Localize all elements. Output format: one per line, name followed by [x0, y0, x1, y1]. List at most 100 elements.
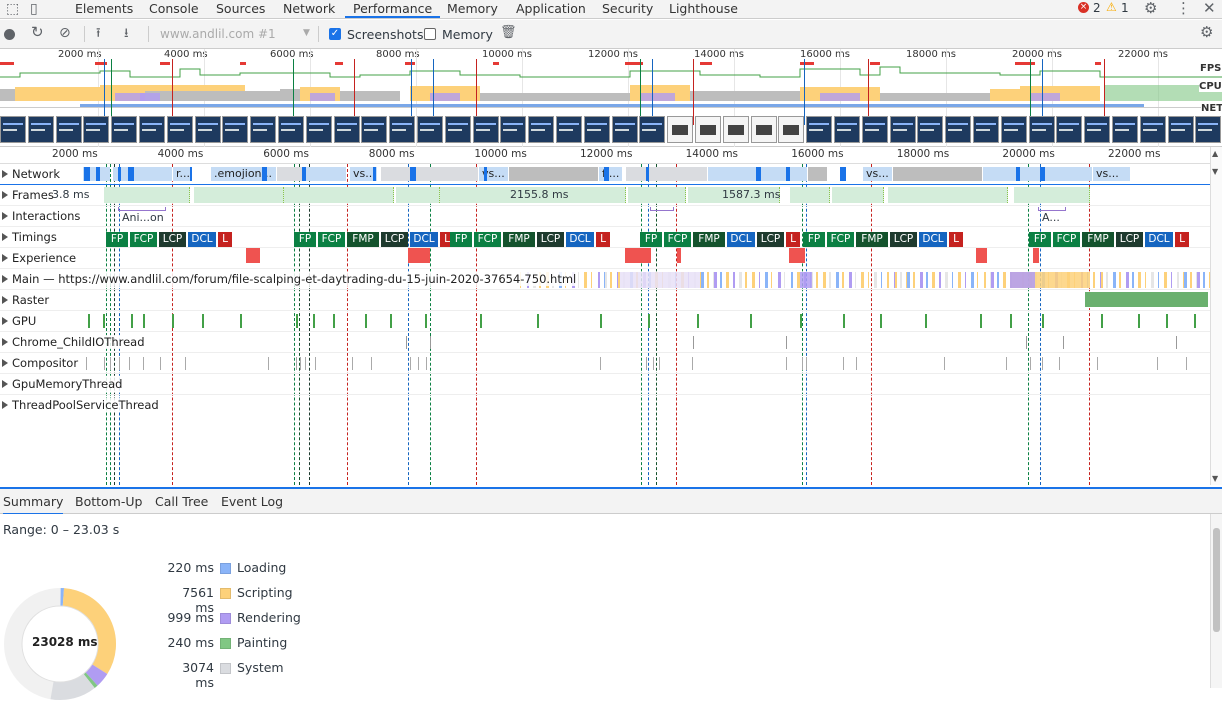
screenshot-thumbnail[interactable] [834, 116, 860, 143]
main-task[interactable] [1138, 272, 1141, 288]
capture-settings-gear-icon[interactable]: ⚙ [1200, 25, 1213, 39]
gpu-task[interactable] [202, 314, 204, 328]
memory-checkbox[interactable] [424, 28, 436, 40]
main-task[interactable] [733, 272, 735, 288]
timing-marker-dcl[interactable]: DCL [566, 232, 594, 247]
screenshot-thumbnail[interactable] [389, 116, 415, 143]
screenshot-thumbnail[interactable] [528, 116, 554, 143]
tab-network[interactable]: Network [283, 0, 335, 18]
timing-marker-fp[interactable]: FP [294, 232, 316, 247]
main-task[interactable] [849, 272, 852, 288]
screenshot-thumbnail[interactable] [111, 116, 137, 143]
expand-raster-icon[interactable] [2, 296, 8, 304]
io-task[interactable] [406, 336, 407, 349]
gpu-task[interactable] [390, 314, 392, 328]
frame-block[interactable] [1014, 187, 1090, 203]
main-task[interactable] [868, 272, 869, 288]
expand-network-icon[interactable] [2, 170, 8, 178]
main-task[interactable] [894, 272, 895, 288]
screenshot-thumbnail[interactable] [306, 116, 332, 143]
compositor-task[interactable] [268, 357, 269, 370]
main-task[interactable] [778, 272, 781, 288]
io-task[interactable] [786, 336, 787, 349]
timing-marker-dcl[interactable]: DCL [188, 232, 216, 247]
compositor-task[interactable] [1097, 357, 1098, 370]
settings-gear-icon[interactable]: ⚙ [1144, 1, 1157, 15]
timing-marker-fcp[interactable]: FCP [474, 232, 501, 247]
main-task[interactable] [617, 272, 618, 288]
main-task[interactable] [759, 272, 760, 288]
load-profile-icon[interactable]: ⭱ [96, 27, 101, 41]
tab-bottom-up[interactable]: Bottom-Up [75, 494, 142, 509]
network-request[interactable]: fi... [598, 167, 622, 181]
screenshot-thumbnail[interactable] [167, 116, 193, 143]
screenshot-thumbnail[interactable] [639, 116, 665, 143]
network-request[interactable]: vs... [862, 167, 892, 181]
io-task[interactable] [430, 336, 431, 349]
compositor-task[interactable] [305, 357, 306, 370]
compositor-task[interactable] [352, 357, 353, 370]
expand-main-icon[interactable] [2, 275, 8, 283]
more-options-icon[interactable]: ⋮ [1176, 1, 1191, 15]
main-task[interactable] [816, 272, 818, 288]
main-task[interactable] [1164, 272, 1167, 288]
frame-block[interactable] [396, 187, 440, 203]
expand-interactions-icon[interactable] [2, 212, 8, 220]
layout-shift-block[interactable] [408, 248, 430, 263]
tab-call-tree[interactable]: Call Tree [155, 494, 208, 509]
network-request[interactable] [304, 167, 346, 181]
screenshot-thumbnail[interactable] [0, 116, 26, 143]
compositor-task[interactable] [1157, 357, 1158, 370]
gpu-task[interactable] [1166, 314, 1168, 328]
main-task[interactable] [855, 272, 856, 288]
track-interactions[interactable]: Interactions Ani...on A... [0, 206, 1210, 227]
compositor-task[interactable] [786, 357, 787, 370]
gpu-task[interactable] [537, 314, 539, 328]
main-task[interactable] [1171, 272, 1172, 288]
network-request[interactable] [128, 167, 134, 181]
gpu-task[interactable] [843, 314, 845, 328]
timing-marker-lcp[interactable]: LCP [159, 232, 186, 247]
screenshot-thumbnail[interactable] [56, 116, 82, 143]
network-request[interactable] [276, 167, 304, 181]
screenshot-thumbnail[interactable] [1168, 116, 1194, 143]
screenshot-thumbnail[interactable] [361, 116, 387, 143]
network-request[interactable] [1040, 167, 1045, 181]
scroll-down-icon[interactable]: ▼ [1212, 167, 1218, 176]
tab-summary[interactable]: Summary [3, 494, 63, 515]
compositor-task[interactable] [119, 357, 120, 370]
network-request[interactable]: r... [172, 167, 192, 181]
main-task[interactable] [1113, 272, 1116, 288]
timing-marker-dcl[interactable]: DCL [410, 232, 438, 247]
compositor-task[interactable] [802, 357, 803, 370]
screenshot-thumbnail[interactable] [334, 116, 360, 143]
screenshot-thumbnail[interactable] [1140, 116, 1166, 143]
screenshot-thumbnail[interactable] [83, 116, 109, 143]
main-task[interactable] [765, 272, 768, 288]
layout-shift-block[interactable] [625, 248, 651, 263]
main-task[interactable] [842, 272, 844, 288]
network-request[interactable] [484, 167, 487, 181]
timing-marker-fcp[interactable]: FCP [130, 232, 157, 247]
compositor-task[interactable] [1030, 357, 1031, 370]
main-task[interactable] [906, 272, 907, 288]
main-task[interactable] [791, 272, 793, 288]
main-task[interactable] [977, 272, 978, 288]
compositor-task[interactable] [1059, 357, 1060, 370]
timing-marker-fmp[interactable]: FMP [347, 232, 379, 247]
timing-marker-fp[interactable]: FP [1029, 232, 1051, 247]
screenshot-thumbnail[interactable] [473, 116, 499, 143]
screenshot-thumbnail[interactable] [945, 116, 971, 143]
network-request[interactable] [84, 167, 90, 181]
tab-console[interactable]: Console [149, 0, 199, 18]
main-task[interactable] [745, 272, 747, 288]
tab-performance[interactable]: Performance [345, 0, 440, 18]
save-profile-icon[interactable]: ⭳ [124, 27, 129, 41]
network-request[interactable] [262, 167, 267, 181]
warning-icon[interactable]: ⚠ [1106, 0, 1117, 14]
track-gpu[interactable]: GPU [0, 311, 1210, 332]
track-main[interactable]: Main — https://www.andlil.com/forum/file… [0, 269, 1210, 290]
timing-marker-fcp[interactable]: FCP [318, 232, 345, 247]
summary-scrollbar[interactable] [1210, 514, 1222, 688]
gpu-task[interactable] [980, 314, 982, 328]
